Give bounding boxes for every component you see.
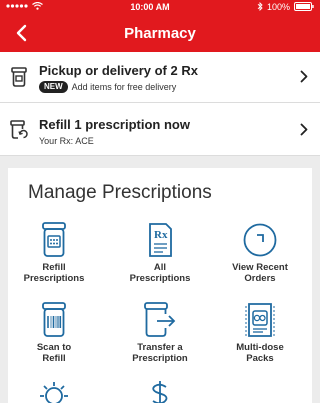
view-recent-orders-label: View Recent Orders [232, 262, 288, 284]
refill-prescriptions-icon [42, 222, 66, 257]
refill-now-row[interactable]: Refill 1 prescription now Your Rx: ACE [0, 103, 320, 156]
svg-text:Rx: Rx [154, 229, 168, 241]
all-prescriptions-icon: Rx [149, 223, 172, 257]
all-prescriptions-tile[interactable]: Rx All Prescriptions [114, 222, 206, 284]
partial-tile-payment[interactable] [114, 380, 206, 403]
signal-dots-icon [6, 2, 28, 12]
chevron-right-icon [300, 70, 308, 88]
partial-tile-settings[interactable] [8, 380, 100, 403]
pickup-title: Pickup or delivery of 2 Rx [39, 63, 198, 78]
dollar-icon [152, 381, 168, 403]
refill-prescriptions-label: Refill Prescriptions [23, 262, 85, 284]
scan-to-refill-tile[interactable]: Scan to Refill [8, 302, 100, 364]
status-bar: 10:00 AM 100% [0, 0, 320, 14]
signal-indicators [6, 1, 43, 12]
transfer-prescription-tile[interactable]: Transfer a Prescription [114, 302, 206, 364]
battery-percent: 100% [266, 2, 290, 12]
refill-now-title: Refill 1 prescription now [39, 117, 190, 132]
new-badge: NEW [39, 81, 68, 93]
multi-dose-packs-tile[interactable]: Multi-dose Packs [214, 302, 306, 364]
wifi-icon [32, 1, 43, 12]
battery-icon [294, 1, 314, 13]
multi-dose-packs-label: Multi-dose Packs [236, 342, 284, 364]
nav-header: Pharmacy [0, 14, 320, 52]
pill-bottle-icon [10, 67, 28, 92]
bluetooth-icon [257, 1, 263, 13]
transfer-prescription-icon [144, 302, 176, 337]
chevron-left-icon [16, 24, 27, 42]
scan-barcode-icon [42, 302, 66, 337]
transfer-prescription-label: Transfer a Prescription [132, 342, 188, 364]
view-recent-orders-tile[interactable]: View Recent Orders [214, 222, 306, 284]
scan-to-refill-label: Scan to Refill [36, 342, 72, 364]
back-button[interactable] [8, 20, 34, 46]
gear-sun-icon [40, 382, 68, 403]
refill-now-subtitle-line: Your Rx: ACE [39, 136, 94, 146]
page-title: Pharmacy [124, 24, 196, 42]
recent-orders-icon [243, 223, 277, 257]
manage-prescriptions-title: Manage Prescriptions [28, 182, 212, 203]
pickup-subtitle: Add items for free delivery [71, 82, 177, 92]
pickup-subtitle-line: NEW Add items for free delivery [39, 81, 176, 93]
manage-prescriptions-card: Manage Prescriptions Refill Prescription… [8, 168, 312, 403]
multi-dose-pack-icon [245, 303, 275, 337]
status-time: 10:00 AM [130, 2, 170, 12]
status-right: 100% [257, 1, 314, 13]
chevron-right-icon [300, 123, 308, 141]
refill-prescriptions-tile[interactable]: Refill Prescriptions [8, 222, 100, 284]
all-prescriptions-label: All Prescriptions [129, 262, 191, 284]
refill-bottle-icon [10, 120, 28, 145]
refill-now-subtitle: Your Rx: ACE [39, 136, 94, 146]
pickup-delivery-row[interactable]: Pickup or delivery of 2 Rx NEW Add items… [0, 52, 320, 103]
